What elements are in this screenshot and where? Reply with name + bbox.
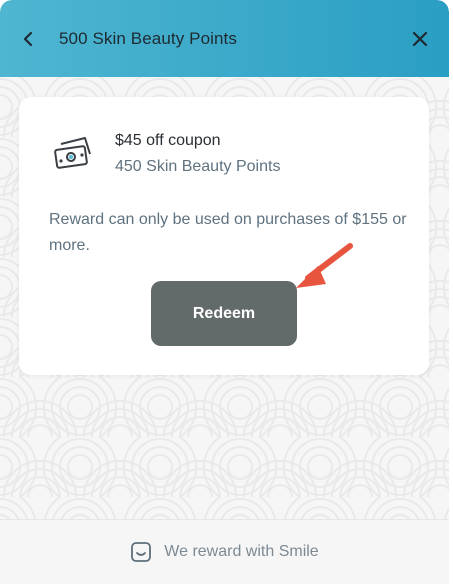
back-button[interactable] [16,26,42,52]
footer-text: We reward with Smile [164,543,319,560]
footer-branding[interactable]: We reward with Smile [0,519,449,584]
rewards-panel: 500 Skin Beauty Points $45 off coupon 45… [0,0,449,584]
coupon-points: 450 Skin Beauty Points [115,158,281,175]
close-button[interactable] [407,26,433,52]
redeem-button[interactable]: Redeem [151,281,297,346]
header-title: 500 Skin Beauty Points [59,29,237,48]
panel-header: 500 Skin Beauty Points [0,0,449,77]
money-bills-icon [54,137,91,169]
reward-card: $45 off coupon 450 Skin Beauty Points Re… [19,97,429,375]
pointer-arrow-annotation [296,243,353,288]
close-icon [412,31,428,47]
coupon-title: $45 off coupon [115,132,221,149]
smile-icon [131,542,152,562]
chevron-left-icon [23,31,33,47]
